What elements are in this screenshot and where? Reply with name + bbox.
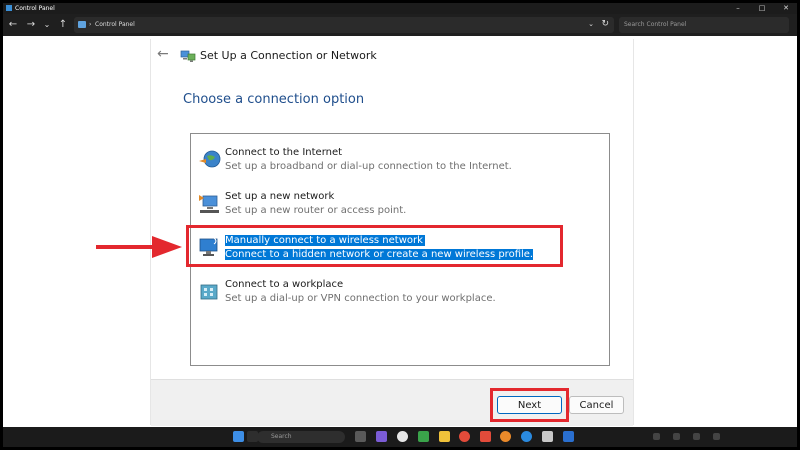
globe-icon <box>199 150 221 168</box>
chevron-up-icon[interactable] <box>653 433 660 440</box>
option-connect-internet[interactable]: Connect to the Internet Set up a broadba… <box>193 137 605 177</box>
back-arrow-icon[interactable]: ← <box>7 19 19 31</box>
option-new-network[interactable]: Set up a new network Set up a new router… <box>193 181 605 221</box>
option-title: Set up a new network <box>225 191 335 202</box>
taskbar-search[interactable]: Search <box>257 431 345 443</box>
option-workplace[interactable]: Connect to a workplace Set up a dial-up … <box>193 269 605 309</box>
app-icon[interactable] <box>418 431 429 442</box>
chrome-icon[interactable] <box>459 431 470 442</box>
control-panel-icon <box>6 5 12 11</box>
address-row: ← → ⌄ ↑ › Control Panel ⌄ ↻ Search Contr… <box>3 14 797 36</box>
explorer-icon[interactable] <box>439 431 450 442</box>
edge-icon[interactable] <box>521 431 532 442</box>
close-button[interactable]: ✕ <box>779 4 793 12</box>
wifi-icon[interactable] <box>673 433 680 440</box>
window-controls: – □ ✕ <box>731 4 793 12</box>
dialog-title: Set Up a Connection or Network <box>200 49 377 62</box>
battery-icon[interactable] <box>713 433 720 440</box>
option-description: Set up a new router or access point. <box>225 205 407 216</box>
option-title: Connect to the Internet <box>225 147 343 158</box>
option-description: Set up a broadband or dial-up connection… <box>225 161 512 172</box>
app-icon[interactable] <box>397 431 408 442</box>
app-icon[interactable] <box>480 431 491 442</box>
next-button-highlight <box>490 388 569 422</box>
start-icon[interactable] <box>233 431 244 442</box>
back-arrow-icon[interactable]: ← <box>157 46 169 62</box>
option-title: Connect to a workplace <box>225 279 344 290</box>
maximize-button[interactable]: □ <box>755 4 769 12</box>
volume-icon[interactable] <box>693 433 700 440</box>
workplace-icon <box>200 284 218 300</box>
minimize-button[interactable]: – <box>731 4 745 12</box>
refresh-icon[interactable]: ↻ <box>601 19 609 29</box>
control-panel-icon <box>78 21 86 28</box>
window-titlebar: Control Panel – □ ✕ <box>3 3 797 14</box>
selected-option-highlight <box>186 225 563 267</box>
router-icon <box>199 195 219 213</box>
cancel-button[interactable]: Cancel <box>569 396 624 414</box>
store-icon[interactable] <box>542 431 553 442</box>
taskbar: Search <box>3 427 797 447</box>
app-icon[interactable] <box>563 431 574 442</box>
breadcrumb[interactable]: Control Panel <box>95 21 135 28</box>
window-title: Control Panel <box>15 5 55 12</box>
search-input[interactable]: Search Control Panel <box>619 17 789 33</box>
app-icon[interactable] <box>500 431 511 442</box>
option-description: Set up a dial-up or VPN connection to yo… <box>225 293 496 304</box>
breadcrumb-separator: › <box>89 21 92 28</box>
chat-icon[interactable] <box>376 431 387 442</box>
task-view-icon[interactable] <box>355 431 366 442</box>
page-title: Choose a connection option <box>183 92 365 107</box>
forward-arrow-icon[interactable]: → <box>25 19 37 31</box>
address-bar[interactable]: › Control Panel ⌄ ↻ <box>74 17 614 33</box>
recent-locations-icon[interactable]: ⌄ <box>41 19 53 31</box>
chevron-down-icon[interactable]: ⌄ <box>588 20 594 28</box>
network-setup-icon <box>180 50 196 62</box>
up-arrow-icon[interactable]: ↑ <box>57 19 69 31</box>
pointer-arrow-icon <box>96 236 182 258</box>
